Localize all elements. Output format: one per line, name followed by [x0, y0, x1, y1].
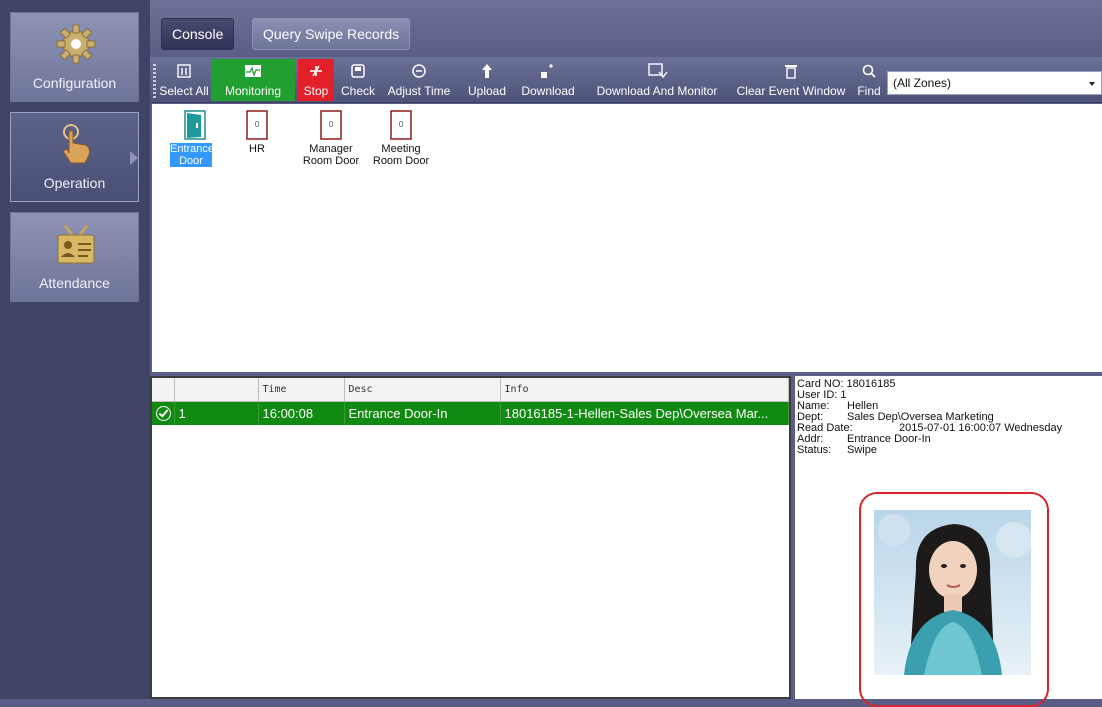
- door-meeting-room[interactable]: 0 Meeting Room Door: [366, 110, 436, 167]
- door-closed-icon: 0: [246, 110, 268, 140]
- gear-icon: [56, 24, 96, 64]
- user-photo: [874, 510, 1031, 675]
- door-label: Manager Room Door: [302, 143, 360, 167]
- clock-icon: [412, 64, 426, 78]
- id-badge-icon: [57, 224, 95, 264]
- download-icon: [541, 64, 553, 78]
- row-index-cell: 1: [174, 401, 259, 425]
- door-label: HR: [249, 143, 265, 155]
- chevron-down-icon: [1089, 82, 1095, 86]
- check-button[interactable]: Check: [338, 59, 378, 101]
- stop-button[interactable]: Stop: [298, 59, 334, 101]
- select-all-label: Select All: [159, 84, 209, 98]
- door-label: Entrance Door: [170, 143, 215, 167]
- swipe-details-panel: Card NO: 18016185 User ID: 1 Name: Hellen…: [795, 376, 1102, 707]
- top-tab-bar: Console Query Swipe Records: [150, 0, 1102, 57]
- upload-arrow-icon: [482, 64, 492, 78]
- select-all-icon: [177, 64, 191, 78]
- download-and-monitor-button[interactable]: Download And Monitor: [587, 59, 727, 101]
- search-icon: [862, 64, 876, 78]
- row-desc-cell: Entrance Door-In: [344, 401, 501, 425]
- upload-label: Upload: [467, 84, 507, 98]
- door-badge: 0: [399, 120, 404, 129]
- hand-pointer-icon: [62, 124, 90, 164]
- column-header-desc[interactable]: Desc: [344, 378, 501, 402]
- trash-icon: [785, 65, 797, 79]
- sidebar-item-label: Attendance: [39, 275, 110, 291]
- sidebar-item-label: Configuration: [32, 75, 117, 91]
- tab-console[interactable]: Console: [161, 18, 235, 50]
- row-info-cell: 18016185-1-Hellen-Sales Dep\Oversea Mar.…: [500, 401, 789, 425]
- row-status-cell: [152, 401, 175, 425]
- clear-event-window-label: Clear Event Window: [736, 84, 846, 98]
- door-badge: 0: [329, 120, 334, 129]
- row-time-cell: 16:00:08: [258, 401, 345, 425]
- table-row[interactable]: 1 16:00:08 Entrance Door-In 18016185-1-H…: [152, 401, 789, 425]
- upload-button[interactable]: Upload: [462, 59, 512, 101]
- door-panel: Entrance Door 0 HR 0 Manager Room Door 0 M…: [152, 104, 1102, 372]
- download-monitor-icon: [648, 63, 668, 79]
- select-all-button[interactable]: Select All: [158, 59, 210, 101]
- zone-select-dropdown[interactable]: (All Zones): [887, 71, 1102, 95]
- sidebar-item-operation[interactable]: Operation: [10, 112, 139, 202]
- download-button[interactable]: Download: [515, 59, 581, 101]
- monitoring-label: Monitoring: [224, 84, 282, 98]
- sidebar-item-configuration[interactable]: Configuration: [10, 12, 139, 102]
- download-and-monitor-label: Download And Monitor: [596, 84, 718, 98]
- door-label: Meeting Room Door: [372, 143, 430, 167]
- monitoring-button[interactable]: Monitoring: [211, 59, 295, 101]
- column-header-status[interactable]: [152, 378, 175, 402]
- toolbar-grip[interactable]: [153, 64, 156, 98]
- download-label: Download: [521, 84, 575, 98]
- door-badge: 0: [255, 120, 260, 129]
- find-label: Find: [857, 84, 881, 98]
- zone-select-value: (All Zones): [893, 76, 952, 90]
- tab-query-swipe-records[interactable]: Query Swipe Records: [252, 18, 411, 50]
- table-header-row: Time Desc Info: [152, 378, 789, 402]
- active-pointer: [130, 151, 138, 165]
- column-header-time[interactable]: Time: [258, 378, 345, 402]
- door-entrance[interactable]: Entrance Door: [160, 110, 230, 167]
- check-circle-icon: [156, 406, 171, 422]
- event-log-table: Time Desc Info 1 16:00:08 Entrance Door-…: [150, 376, 791, 699]
- adjust-time-label: Adjust Time: [387, 84, 451, 98]
- monitor-wave-icon: [245, 65, 261, 78]
- toolbar: Select All Monitoring Stop Check Adjust …: [150, 57, 1102, 103]
- door-hr[interactable]: 0 HR: [222, 110, 292, 155]
- detail-status: Status: Swipe: [797, 444, 877, 456]
- main-sidebar: Configuration Operation Attendance: [0, 0, 150, 699]
- stop-label: Stop: [303, 84, 329, 98]
- column-header-index[interactable]: [174, 378, 259, 402]
- sidebar-item-attendance[interactable]: Attendance: [10, 212, 139, 302]
- sidebar-item-label: Operation: [43, 175, 106, 191]
- door-closed-icon: 0: [390, 110, 412, 140]
- door-closed-icon: 0: [320, 110, 342, 140]
- adjust-time-button[interactable]: Adjust Time: [383, 59, 455, 101]
- find-button[interactable]: Find: [854, 59, 884, 101]
- stop-icon: [310, 65, 322, 77]
- check-label: Check: [340, 84, 375, 98]
- check-icon: [351, 64, 365, 78]
- door-manager-room[interactable]: 0 Manager Room Door: [296, 110, 366, 167]
- column-header-info[interactable]: Info: [500, 378, 789, 402]
- door-open-icon: [184, 110, 206, 140]
- clear-event-window-button[interactable]: Clear Event Window: [733, 59, 849, 101]
